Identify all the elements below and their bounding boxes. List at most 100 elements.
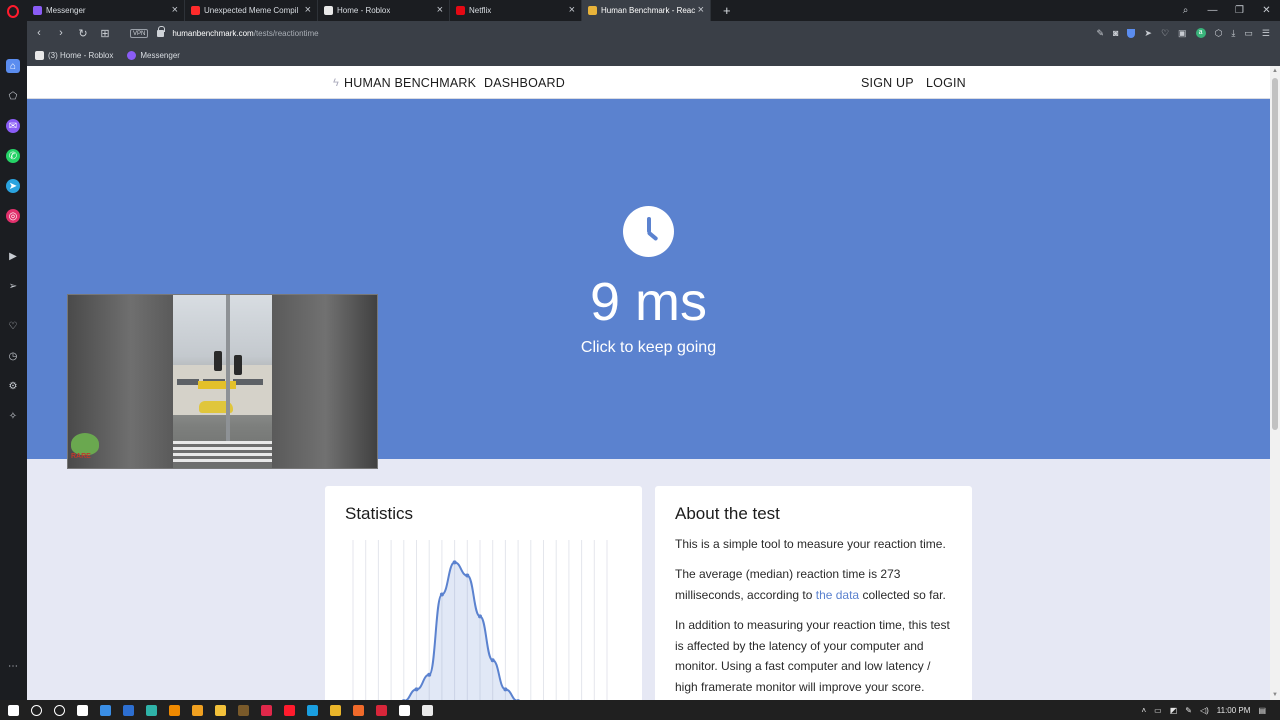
- bookmark-roblox[interactable]: (3) Home - Roblox: [35, 51, 113, 60]
- close-window-icon[interactable]: ✕: [1253, 5, 1280, 16]
- skype-icon[interactable]: [307, 704, 318, 716]
- explorer-icon[interactable]: [215, 704, 226, 716]
- download-icon[interactable]: ⤓: [1231, 28, 1235, 39]
- battery-saver-icon[interactable]: ▭: [1244, 28, 1253, 39]
- minimize-icon[interactable]: —: [1199, 5, 1226, 16]
- send-icon[interactable]: ➤: [1144, 28, 1152, 39]
- about-paragraph-1: This is a simple tool to measure your re…: [675, 537, 946, 551]
- clock-icon: [623, 206, 674, 257]
- opera-gx-icon[interactable]: [261, 704, 272, 716]
- taskview-icon[interactable]: [77, 704, 88, 716]
- signup-link[interactable]: SIGN UP: [861, 76, 914, 90]
- network-icon[interactable]: ▭: [1154, 706, 1162, 715]
- more-icon[interactable]: ⋯: [6, 659, 20, 673]
- statistics-card: Statistics: [325, 486, 642, 700]
- clock-time[interactable]: 11:00 PM: [1217, 706, 1251, 715]
- vlc-icon[interactable]: [169, 704, 180, 716]
- whatsapp-icon[interactable]: ✆: [6, 149, 20, 163]
- instagram-icon[interactable]: ◎: [6, 209, 20, 223]
- brand-link[interactable]: HUMAN BENCHMARK: [344, 76, 476, 90]
- wifi-icon[interactable]: ◩: [1170, 706, 1178, 715]
- back-icon[interactable]: ‹: [28, 27, 50, 39]
- bookmark-label: (3) Home - Roblox: [48, 51, 114, 60]
- cube-icon[interactable]: ⬠: [6, 89, 20, 103]
- wallet-icon[interactable]: ▣: [1178, 28, 1187, 39]
- system-tray: ˄ ▭ ◩ ✎ ◁) 11:00 PM ▤: [1141, 700, 1280, 720]
- history-icon[interactable]: ◷: [6, 349, 20, 363]
- app-red-icon[interactable]: [376, 704, 387, 716]
- opera-icon[interactable]: [284, 704, 295, 716]
- pen-icon[interactable]: ✎: [1185, 706, 1192, 715]
- the-data-link[interactable]: the data: [816, 588, 859, 602]
- close-icon[interactable]: ×: [305, 4, 311, 16]
- scroll-up-icon[interactable]: ▲: [1270, 66, 1280, 76]
- heart-icon[interactable]: ♡: [6, 319, 20, 333]
- scroll-down-icon[interactable]: ▼: [1270, 690, 1280, 700]
- settings-icon[interactable]: ⚙: [6, 379, 20, 393]
- tab-human-benchmark[interactable]: Human Benchmark - Reac ×: [582, 0, 711, 21]
- lightbulb-icon[interactable]: ✧: [6, 409, 20, 423]
- volume-icon[interactable]: ◁): [1200, 706, 1209, 715]
- app-orange-icon[interactable]: [192, 704, 203, 716]
- camera-icon[interactable]: ◙: [1113, 28, 1118, 38]
- video-overlay[interactable]: RARE: [67, 294, 378, 469]
- easy-setup-icon[interactable]: ✎: [1096, 28, 1104, 39]
- video-sign: [198, 381, 236, 389]
- dashboard-link[interactable]: DASHBOARD: [484, 76, 565, 90]
- login-link[interactable]: LOGIN: [926, 76, 966, 90]
- reload-icon[interactable]: ↻: [72, 27, 94, 40]
- tab-netflix[interactable]: Netflix ×: [450, 0, 582, 21]
- browser-tab-bar: Messenger × Unexpected Meme Compil × Hom…: [0, 0, 1280, 21]
- video-blur-right: [272, 295, 377, 468]
- scroll-thumb[interactable]: [1272, 78, 1278, 430]
- cortana-icon[interactable]: [54, 704, 65, 716]
- chart-point: [439, 592, 444, 597]
- chrome-icon[interactable]: [330, 704, 341, 716]
- tab-title: Human Benchmark - Reac: [601, 6, 696, 15]
- close-icon[interactable]: ×: [437, 4, 443, 16]
- opera-logo-icon[interactable]: [7, 5, 19, 18]
- send-icon[interactable]: ➢: [6, 279, 20, 293]
- lock-icon[interactable]: [157, 25, 166, 37]
- home-icon[interactable]: ⌂: [6, 59, 20, 73]
- new-tab-button[interactable]: +: [723, 3, 731, 18]
- tab-title: Home - Roblox: [337, 6, 391, 15]
- adblock-shield-icon[interactable]: [1127, 28, 1136, 38]
- extension-a-icon[interactable]: a: [1195, 28, 1206, 38]
- vpn-badge[interactable]: VPN: [130, 28, 149, 38]
- netflix-favicon-icon: [456, 6, 465, 15]
- tray-chevron-icon[interactable]: ˄: [1141, 706, 1146, 715]
- speed-dial-icon[interactable]: ⊞: [94, 27, 116, 40]
- heart-icon[interactable]: ♡: [1161, 28, 1169, 39]
- calculator-icon[interactable]: [123, 704, 134, 716]
- notepad-icon[interactable]: [399, 704, 410, 716]
- start-icon[interactable]: [8, 704, 19, 716]
- page-scrollbar[interactable]: ▲ ▼: [1270, 66, 1280, 700]
- address-actions: ✎ ◙ ➤ ♡ ▣ a ⬡ ⤓ ▭ ☰: [1096, 21, 1270, 45]
- search-icon[interactable]: [31, 704, 42, 716]
- forward-icon[interactable]: ›: [50, 27, 72, 39]
- telegram-icon[interactable]: ➤: [6, 179, 20, 193]
- restore-icon[interactable]: ❐: [1226, 5, 1253, 16]
- address-bar: ‹ › ↻ ⊞ VPN humanbenchmark.com/tests/rea…: [0, 21, 1280, 45]
- player-icon[interactable]: ▶: [6, 249, 20, 263]
- search-tabs-icon[interactable]: ⌕: [1172, 5, 1199, 16]
- url-field[interactable]: humanbenchmark.com/tests/reactiontime: [172, 29, 318, 38]
- tab-youtube[interactable]: Unexpected Meme Compil ×: [185, 0, 318, 21]
- notification-icon[interactable]: ▤: [1258, 706, 1266, 715]
- tab-roblox[interactable]: Home - Roblox ×: [318, 0, 450, 21]
- messenger-icon[interactable]: ✉: [6, 119, 20, 133]
- close-icon[interactable]: ×: [172, 4, 178, 16]
- bookmark-label: Messenger: [140, 51, 180, 60]
- cube-icon[interactable]: ⬡: [1215, 28, 1223, 39]
- bookmark-messenger[interactable]: Messenger: [127, 51, 180, 60]
- zoom-icon[interactable]: [422, 704, 433, 716]
- store-icon[interactable]: [100, 704, 111, 716]
- close-icon[interactable]: ×: [698, 4, 704, 16]
- close-icon[interactable]: ×: [569, 4, 575, 16]
- menu-icon[interactable]: ☰: [1262, 28, 1270, 39]
- tab-messenger[interactable]: Messenger ×: [27, 0, 185, 21]
- edge-icon[interactable]: [146, 704, 157, 716]
- minecraft-icon[interactable]: [238, 704, 249, 716]
- firefox-icon[interactable]: [353, 704, 364, 716]
